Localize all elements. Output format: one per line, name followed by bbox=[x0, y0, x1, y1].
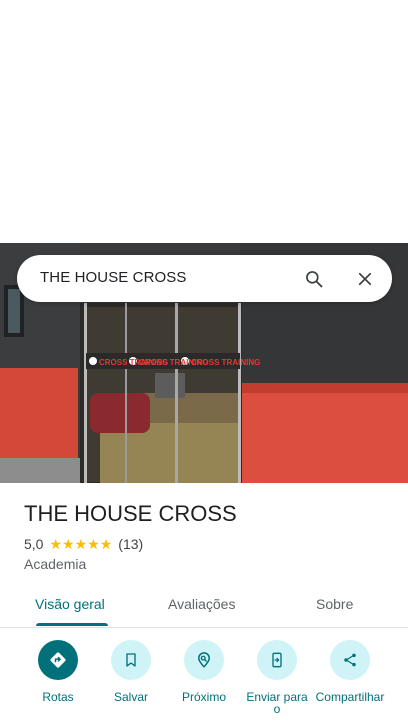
rating-value: 5,0 bbox=[24, 536, 44, 552]
close-icon[interactable] bbox=[353, 267, 377, 291]
sign-text: CROSS TRAINING bbox=[191, 358, 260, 367]
nearby-label: Próximo bbox=[181, 690, 226, 704]
directions-button[interactable]: Rotas bbox=[20, 640, 96, 703]
tab-bar: Visão geral Avaliações Sobre bbox=[0, 586, 408, 627]
save-label: Salvar bbox=[113, 690, 148, 704]
place-title: THE HOUSE CROSS bbox=[24, 501, 237, 526]
star-rating: ★ ★ ★ ★ ★ bbox=[49, 537, 112, 551]
send-to-phone-label: Enviar para o bbox=[246, 690, 308, 716]
send-to-phone-icon bbox=[257, 640, 297, 680]
share-button[interactable]: Compartilhar bbox=[312, 640, 388, 703]
review-count[interactable]: (13) bbox=[118, 536, 143, 552]
save-button[interactable]: Salvar bbox=[93, 640, 169, 703]
active-tab-indicator bbox=[36, 623, 108, 626]
star-icon: ★ bbox=[62, 536, 75, 552]
star-icon: ★ bbox=[99, 536, 113, 552]
place-category: Academia bbox=[24, 556, 87, 572]
tab-overview[interactable]: Visão geral bbox=[35, 596, 105, 612]
search-input[interactable]: THE HOUSE CROSS bbox=[40, 269, 187, 286]
tab-reviews[interactable]: Avaliações bbox=[168, 596, 235, 612]
action-bar: Rotas Salvar Próximo Enviar para o Compa… bbox=[0, 640, 408, 726]
nearby-button[interactable]: Próximo bbox=[166, 640, 242, 703]
search-bar[interactable]: THE HOUSE CROSS bbox=[17, 255, 392, 302]
share-label: Compartilhar bbox=[315, 690, 385, 704]
star-icon: ★ bbox=[74, 536, 88, 552]
directions-label: Rotas bbox=[42, 690, 74, 704]
tab-about[interactable]: Sobre bbox=[316, 596, 353, 612]
rating-row[interactable]: 5,0 ★ ★ ★ ★ ★ (13) bbox=[24, 536, 143, 552]
star-icon: ★ bbox=[87, 536, 100, 552]
bookmark-icon bbox=[111, 640, 151, 680]
share-icon bbox=[330, 640, 370, 680]
star-icon: ★ bbox=[49, 536, 63, 552]
divider bbox=[0, 627, 408, 628]
send-to-phone-button[interactable]: Enviar para o bbox=[239, 640, 315, 715]
directions-icon bbox=[38, 640, 78, 680]
search-icon[interactable] bbox=[302, 267, 326, 291]
nearby-icon bbox=[184, 640, 224, 680]
